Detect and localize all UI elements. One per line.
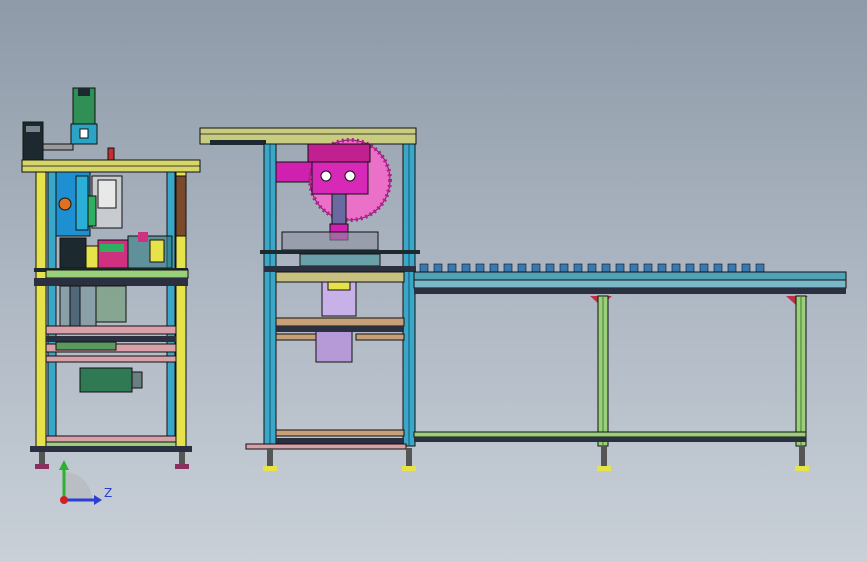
axis-triad-icon: Z <box>59 460 112 505</box>
z-axis-label: Z <box>104 486 112 500</box>
assembly-drawing: Z <box>21 87 847 505</box>
center-press-station <box>199 127 420 471</box>
cad-viewport[interactable]: Z <box>0 0 867 562</box>
conveyor-rollers <box>419 263 765 273</box>
roller-conveyor <box>413 263 847 471</box>
left-machine-station <box>21 87 201 469</box>
